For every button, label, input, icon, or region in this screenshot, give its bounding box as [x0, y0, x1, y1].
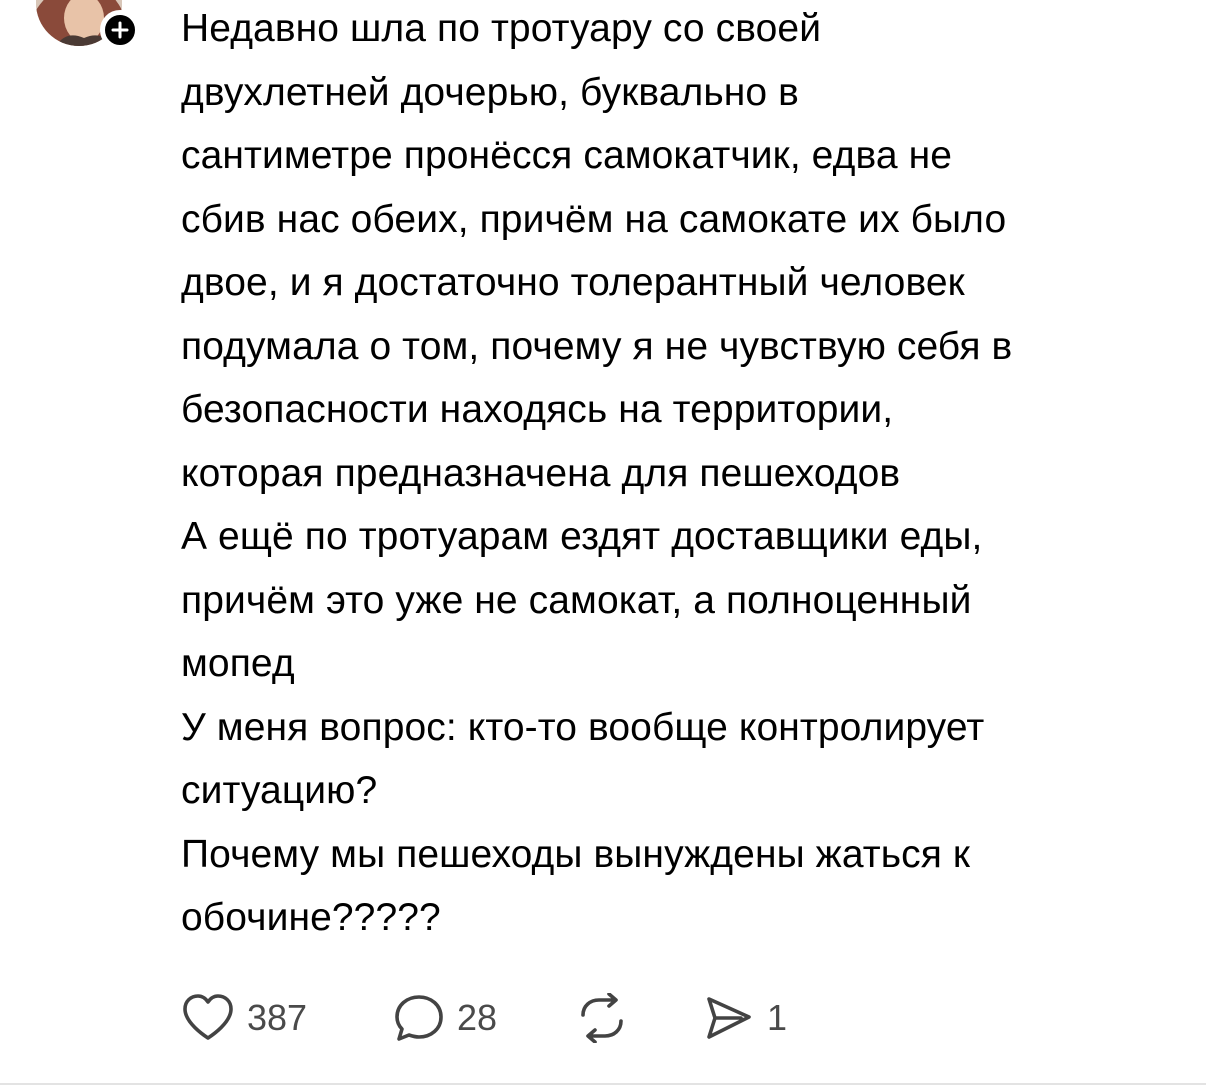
speech-bubble-icon: [395, 995, 443, 1041]
post-paragraph: Недавно шла по тротуару со своей двухлет…: [181, 7, 1013, 495]
post-actions-bar: 387 28 1: [181, 990, 821, 1046]
repost-icon: [581, 993, 623, 1043]
plus-icon: [111, 21, 129, 39]
like-count: 387: [247, 997, 308, 1038]
post-text: Недавно шла по тротуару со своей двухлет…: [181, 0, 1181, 950]
heart-icon: [183, 994, 233, 1040]
author-avatar-group[interactable]: [36, 0, 140, 64]
post-paragraph: А ещё по тротуарам ездят доставщики еды,…: [181, 515, 983, 685]
share-count: 1: [767, 997, 788, 1038]
reply-count: 28: [457, 997, 498, 1038]
share-button[interactable]: 1: [701, 993, 821, 1043]
like-button[interactable]: 387: [181, 993, 393, 1043]
reply-button[interactable]: 28: [393, 993, 575, 1043]
post-paragraph: У меня вопрос: кто-то вообще контролируе…: [181, 705, 985, 813]
follow-button[interactable]: [100, 10, 140, 50]
repost-button[interactable]: [575, 993, 701, 1043]
post-divider: [0, 1083, 1206, 1085]
post-paragraph: Почему мы пешеходы вынуждены жаться к об…: [181, 832, 971, 940]
send-icon: [707, 997, 751, 1039]
